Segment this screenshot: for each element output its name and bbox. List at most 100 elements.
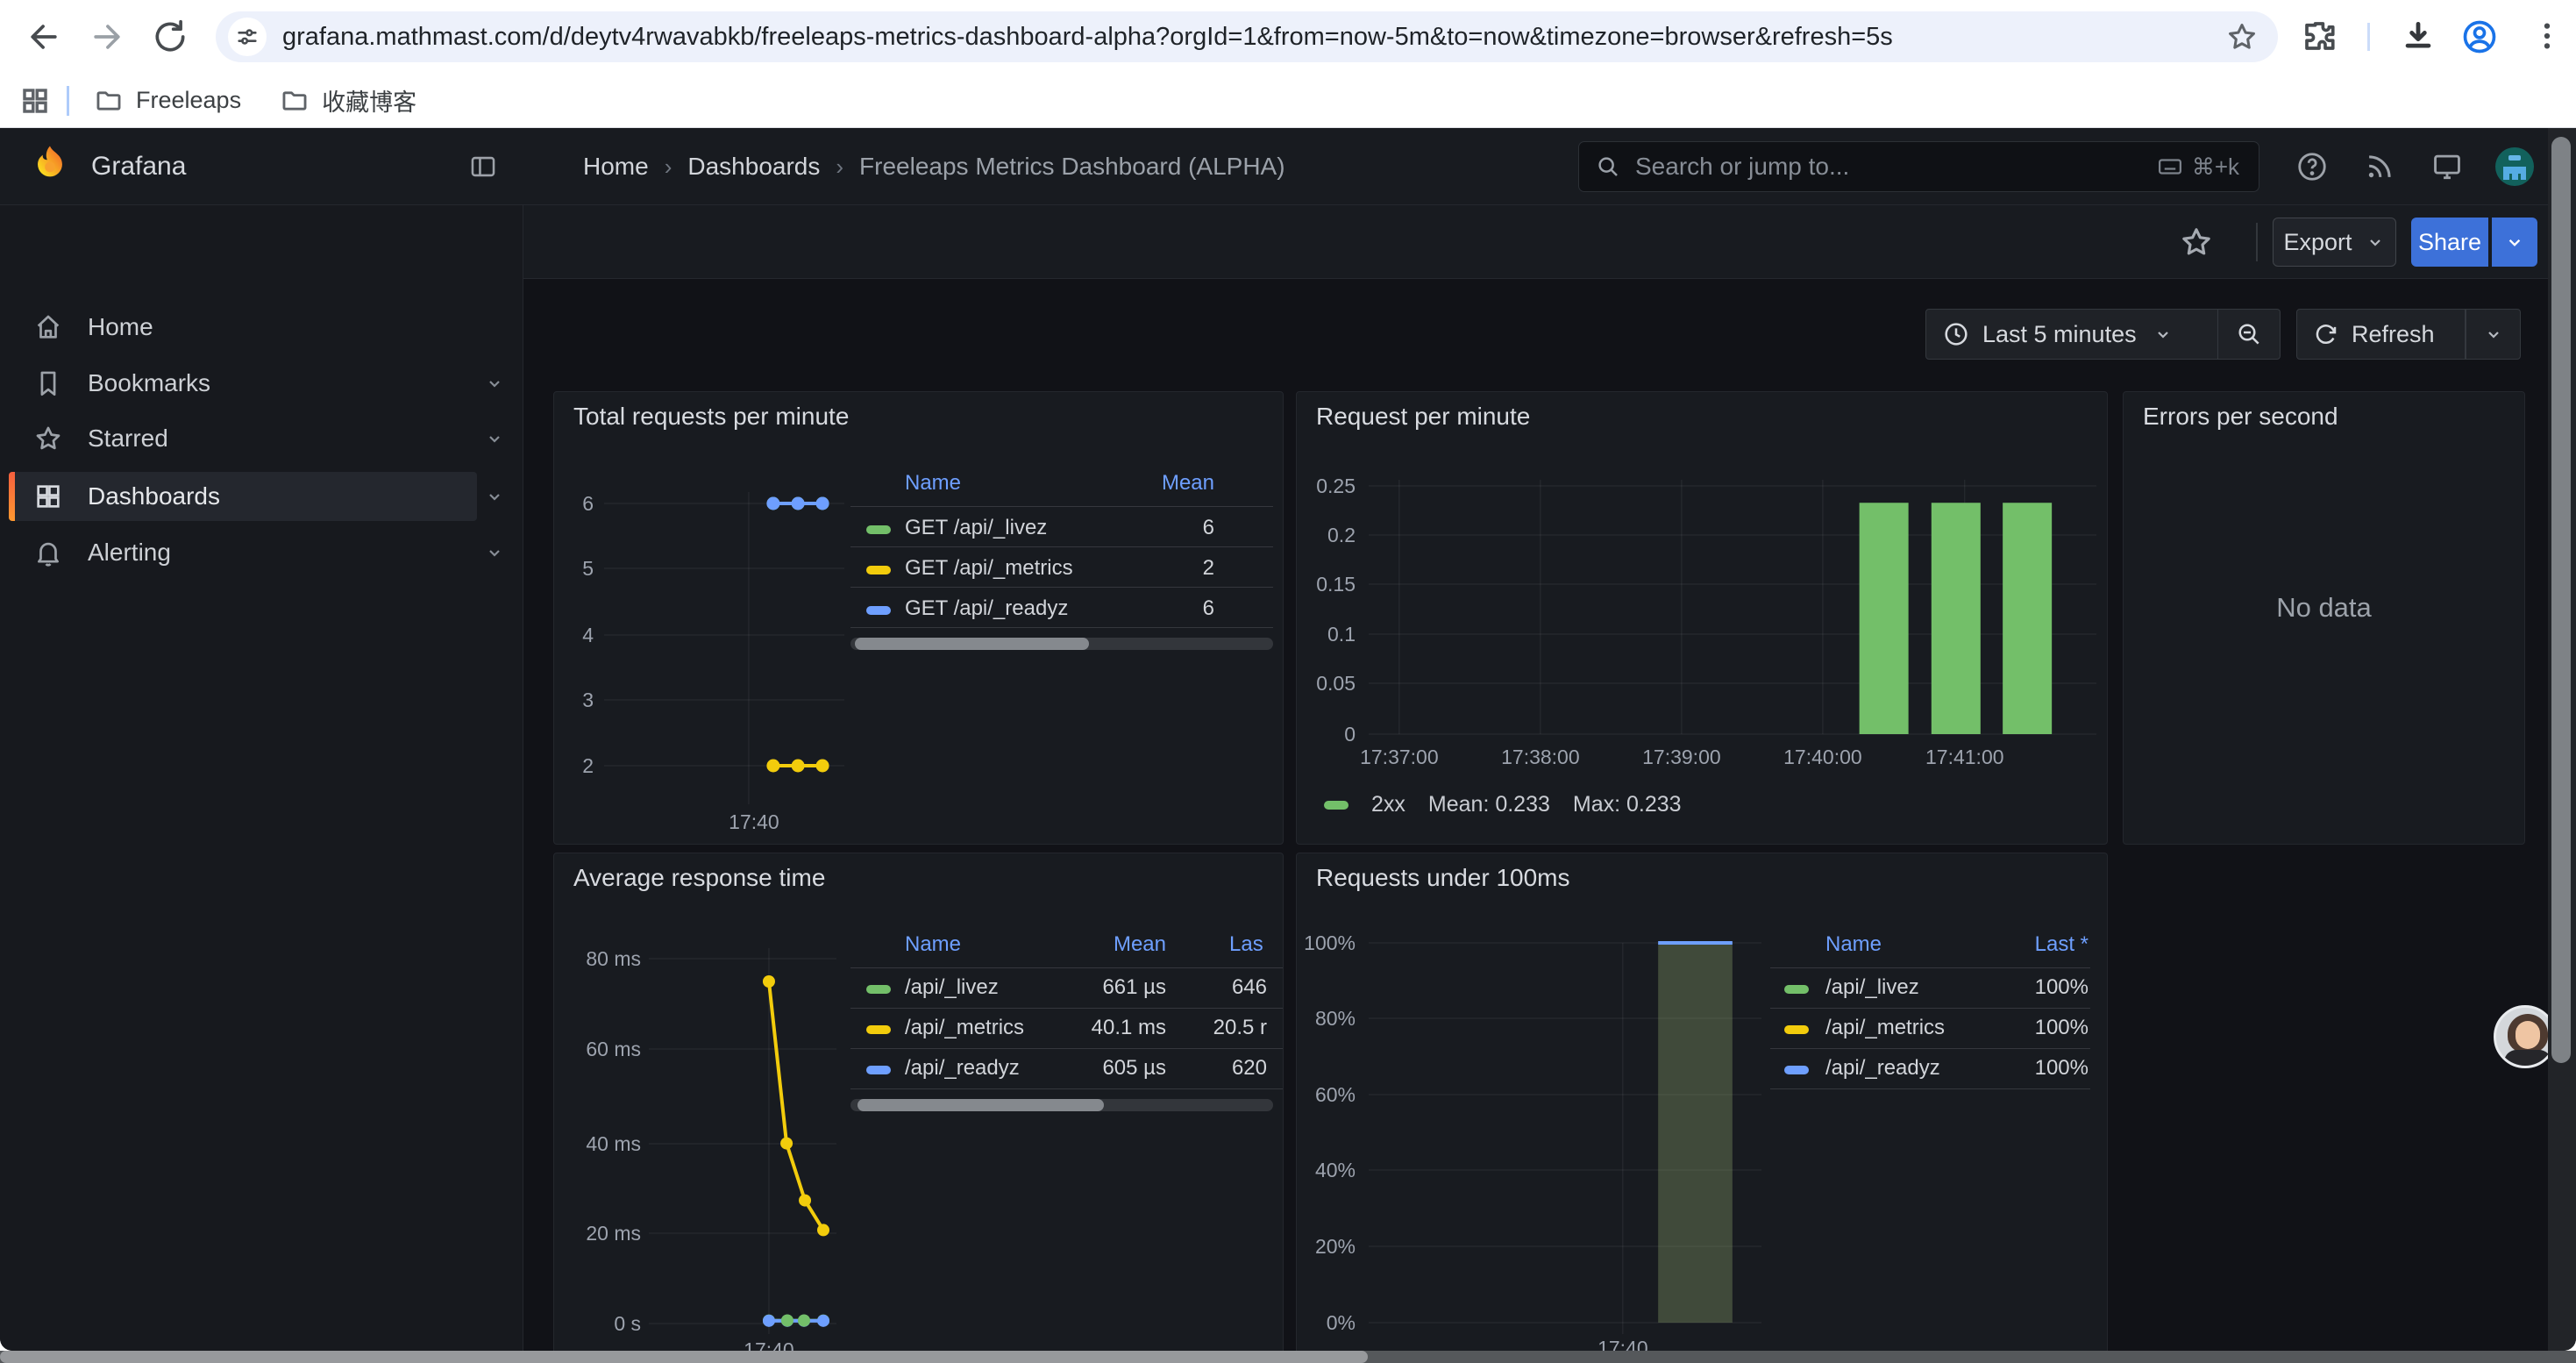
downloads-icon[interactable] [2399,18,2437,56]
legend-separator [850,1008,1284,1009]
panel-title[interactable]: Requests under 100ms [1316,864,1570,892]
svg-text:17:40: 17:40 [729,810,779,833]
legend-col-mean[interactable]: Mean [1162,471,1214,496]
panel-total-requests-per-minute[interactable]: Total requests per minute 6543217:40 Nam… [553,391,1284,845]
legend-col-name[interactable]: Name [905,471,961,496]
sidebar-item-dashboards[interactable]: Dashboards [0,472,523,521]
bookmark-star-icon[interactable] [2225,20,2259,54]
kiosk-monitor-icon[interactable] [2428,147,2466,186]
panel-title[interactable]: Total requests per minute [573,403,849,431]
panel-request-per-minute[interactable]: Request per minute 0.250.20.150.10.05017… [1296,391,2108,845]
legend-col-last[interactable]: Las [1229,932,1263,957]
legend-mean: Mean: 0.233 [1428,792,1550,817]
sidebar-collapse-icon[interactable] [468,152,498,182]
svg-text:100%: 100% [1304,931,1356,954]
legend-col-name[interactable]: Name [1825,932,1882,957]
back-button[interactable] [25,18,63,56]
share-button[interactable]: Share [2411,218,2488,267]
legend-scrollbar-thumb[interactable] [857,1099,1104,1111]
share-dropdown-button[interactable] [2492,218,2537,267]
bookmark-label: 收藏博客 [322,83,416,118]
chevron-down-icon [484,542,505,563]
legend-series-name[interactable]: /api/_livez [905,975,999,1000]
svg-text:0%: 0% [1327,1311,1356,1334]
svg-text:3: 3 [582,689,594,711]
series-swatch [866,566,891,574]
forward-button[interactable] [88,18,126,56]
sidebar: Home Bookmarks Starred Dashboards Alerti… [0,205,523,1351]
grafana-brand[interactable]: Grafana [91,128,186,205]
zoom-out-icon [2235,320,2263,348]
breadcrumb-dashboards[interactable]: Dashboards [687,153,820,181]
series-swatch [866,1066,891,1074]
search-input[interactable]: Search or jump to... ⌘+k [1578,141,2259,192]
grafana-header: Grafana Home › Dashboards › Freeleaps Me… [0,128,2576,205]
legend-series-name[interactable]: /api/_metrics [1825,1016,1945,1040]
sidebar-active-indicator [9,472,15,521]
sidebar-item-alerting[interactable]: Alerting [0,528,523,577]
legend-series-name[interactable]: GET /api/_livez [905,516,1047,540]
legend-series-last: 100% [2035,975,2089,1000]
profile-icon[interactable] [2460,18,2499,56]
user-avatar[interactable] [2495,147,2534,186]
extensions-icon[interactable] [2301,18,2339,56]
export-button[interactable]: Export [2273,218,2396,267]
bookmarks-bar: Freeleaps 收藏博客 [0,74,2576,128]
reload-button[interactable] [151,18,189,56]
legend-series-name[interactable]: /api/_metrics [905,1016,1024,1040]
legend-series-last: 620 [1232,1056,1267,1081]
legend-col-last[interactable]: Last * [2035,932,2089,957]
site-settings-icon[interactable] [228,18,267,56]
legend-max: Max: 0.233 [1573,792,1682,817]
bookmark-folder-blogs[interactable]: 收藏博客 [280,83,416,118]
sidebar-item-home[interactable]: Home [0,303,523,352]
legend-col-name[interactable]: Name [905,932,961,957]
svg-text:20 ms: 20 ms [586,1222,641,1245]
favorite-star-icon[interactable] [2179,225,2214,260]
bookmark-folder-freeleaps[interactable]: Freeleaps [94,86,241,116]
horizontal-scrollbar-thumb[interactable] [0,1351,1368,1363]
svg-text:60%: 60% [1315,1083,1356,1106]
legend-separator [1770,1048,2090,1049]
legend-scrollbar-thumb[interactable] [855,638,1089,650]
apps-grid-icon[interactable] [19,85,51,117]
panel-title[interactable]: Average response time [573,864,825,892]
legend-col-mean[interactable]: Mean [1114,932,1166,957]
url-bar[interactable]: grafana.mathmast.com/d/deytv4rwavabkb/fr… [216,11,2278,62]
zoom-out-button[interactable] [2218,309,2281,360]
sidebar-item-label: Alerting [88,539,171,567]
help-icon[interactable] [2293,147,2331,186]
grafana-logo[interactable] [26,142,74,189]
series-swatch [866,985,891,994]
legend-series-mean: 661 µs [1102,975,1166,1000]
url-text[interactable]: grafana.mathmast.com/d/deytv4rwavabkb/fr… [282,23,2215,52]
refresh-interval-dropdown[interactable] [2466,309,2521,360]
legend-series-mean: 605 µs [1102,1056,1166,1081]
legend-series-name[interactable]: GET /api/_readyz [905,596,1068,621]
panel-requests-under-100ms[interactable]: Requests under 100ms 100%80%60%40%20%0%1… [1296,853,2108,1351]
vertical-scrollbar-thumb[interactable] [2551,137,2571,1063]
time-range-picker[interactable]: Last 5 minutes [1925,309,2218,360]
panel-title[interactable]: Errors per second [2143,403,2338,431]
panel-errors-per-second[interactable]: Errors per second No data [2123,391,2525,845]
legend-series-name[interactable]: /api/_livez [1825,975,1919,1000]
legend-series-name[interactable]: GET /api/_metrics [905,556,1073,581]
sidebar-item-label: Starred [88,425,168,453]
series-swatch [866,606,891,615]
breadcrumb-home[interactable]: Home [583,153,649,181]
legend-inline[interactable]: 2xx Mean: 0.233 Max: 0.233 [1324,792,1682,817]
refresh-button[interactable]: Refresh [2296,309,2466,360]
legend-series-name[interactable]: /api/_readyz [1825,1056,1940,1081]
star-icon [33,424,63,453]
panel-average-response-time[interactable]: Average response time 80 ms60 ms40 ms20 … [553,853,1284,1351]
browser-menu-icon[interactable] [2529,18,2567,56]
sidebar-item-bookmarks[interactable]: Bookmarks [0,359,523,408]
search-shortcut: ⌘+k [2157,153,2239,181]
svg-text:17:37:00: 17:37:00 [1360,746,1439,768]
news-rss-icon[interactable] [2360,147,2399,186]
sidebar-item-starred[interactable]: Starred [0,414,523,463]
legend-series-name[interactable]: /api/_readyz [905,1056,1020,1081]
legend-separator [850,1048,1284,1049]
legend-separator [850,1088,1284,1089]
panel-title[interactable]: Request per minute [1316,403,1530,431]
